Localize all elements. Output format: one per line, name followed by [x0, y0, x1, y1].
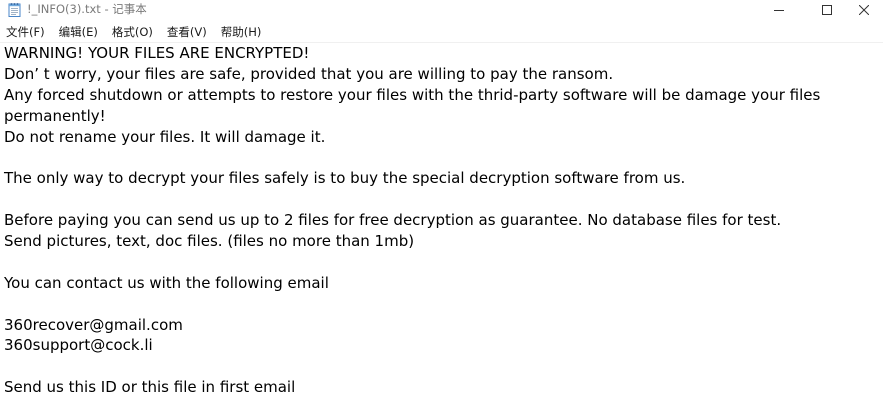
close-icon — [859, 5, 869, 15]
text-line: WARNING! YOUR FILES ARE ENCRYPTED! — [4, 44, 310, 62]
text-line: Send us this ID or this file in first em… — [4, 378, 296, 397]
text-line — [4, 189, 879, 210]
text-line — [4, 356, 879, 377]
text-line — [4, 294, 879, 315]
text-line: Any forced shutdown or attempts to resto… — [4, 85, 821, 104]
title-bar[interactable]: !_INFO(3).txt - 记事本 — [0, 0, 883, 20]
maximize-icon — [822, 5, 832, 15]
menu-view[interactable]: 查看(V) — [167, 22, 207, 42]
menu-format[interactable]: 格式(O) — [112, 22, 153, 42]
menu-edit[interactable]: 编辑(E) — [59, 22, 98, 42]
text-line — [4, 147, 879, 168]
text-line: 360recover@gmail.com — [4, 315, 183, 334]
text-line — [4, 252, 879, 273]
menu-help[interactable]: 帮助(H) — [221, 22, 262, 42]
menu-file[interactable]: 文件(F) — [6, 22, 45, 42]
text-line: permanently! — [4, 106, 106, 125]
menu-bar: 文件(F) 编辑(E) 格式(O) 查看(V) 帮助(H) — [0, 22, 883, 42]
text-line: The only way to decrypt your files safel… — [4, 169, 686, 188]
text-line: You can contact us with the following em… — [4, 273, 329, 292]
text-line: Don’ t worry, your files are safe, provi… — [4, 64, 614, 83]
minimize-button[interactable] — [760, 0, 798, 20]
notepad-icon — [8, 2, 21, 17]
text-line: Send pictures, text, doc files. (files n… — [4, 232, 415, 251]
text-line: 360support@cock.li — [4, 336, 153, 355]
minimize-icon — [774, 10, 784, 11]
maximize-button[interactable] — [808, 0, 846, 20]
text-line: Before paying you can send us up to 2 fi… — [4, 211, 782, 230]
close-button[interactable] — [845, 0, 883, 20]
document-text[interactable]: WARNING! YOUR FILES ARE ENCRYPTED! Don’ … — [4, 43, 879, 398]
text-editor[interactable]: WARNING! YOUR FILES ARE ENCRYPTED! Don’ … — [0, 42, 883, 413]
text-line: Do not rename your files. It will damage… — [4, 127, 326, 146]
window-title: !_INFO(3).txt - 记事本 — [27, 2, 147, 16]
